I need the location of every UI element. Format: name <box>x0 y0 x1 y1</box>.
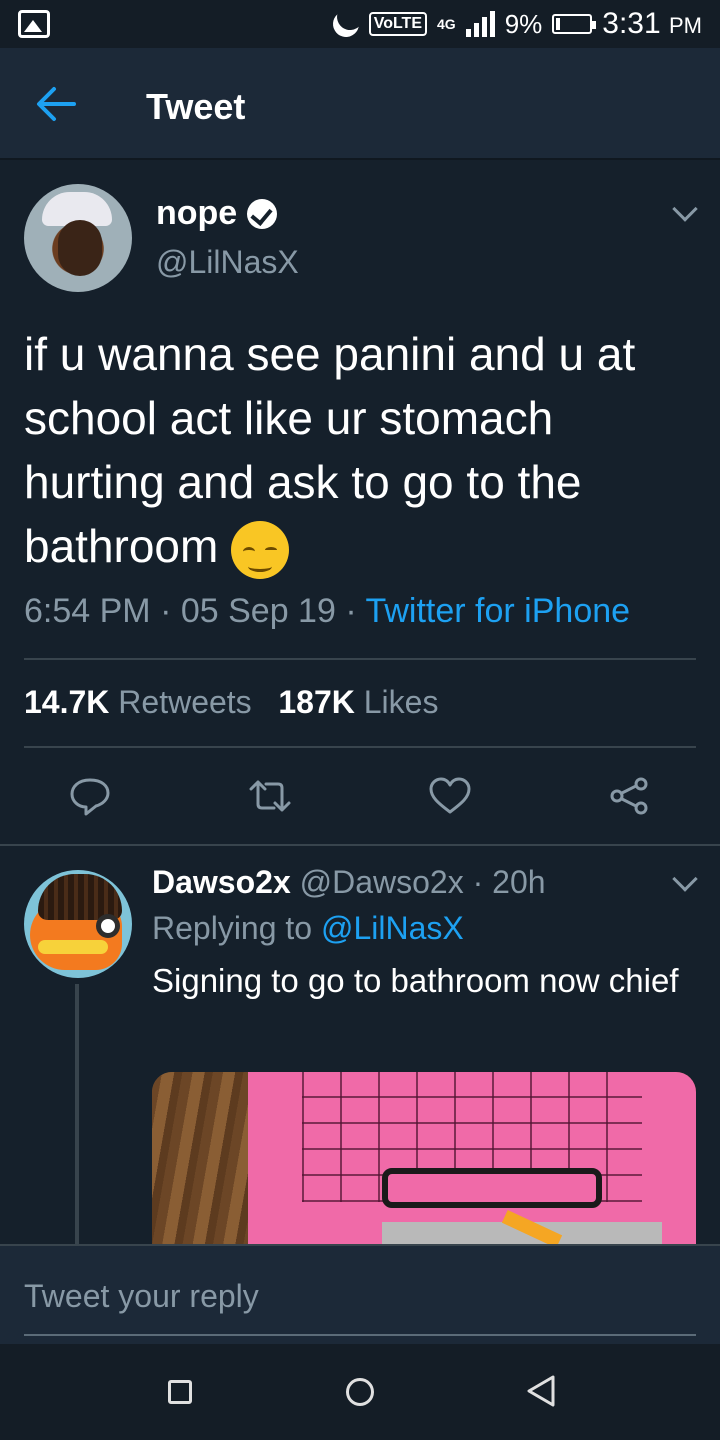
likes-stat[interactable]: 187K Likes <box>278 684 438 720</box>
verified-badge-icon <box>247 198 278 229</box>
retweet-icon[interactable] <box>248 776 292 816</box>
reply-icon[interactable] <box>68 776 112 816</box>
reply-composer[interactable]: Tweet your reply <box>0 1244 720 1344</box>
reply-menu-chevron-icon[interactable] <box>672 866 698 892</box>
reply-author-avatar[interactable] <box>24 870 132 978</box>
battery-icon <box>552 14 597 34</box>
home-circle-icon[interactable] <box>346 1378 374 1406</box>
gallery-notification-icon <box>18 10 50 38</box>
relieved-face-icon <box>231 520 290 579</box>
app-header: Tweet <box>0 48 720 160</box>
status-bar: VoLTE 4G 9% 3:31 PM <box>0 0 720 48</box>
tweet-date: 05 Sep 19 <box>180 592 336 630</box>
system-nav-bar <box>0 1344 720 1440</box>
do-not-disturb-icon <box>328 6 364 42</box>
page-title: Tweet <box>146 86 246 127</box>
like-heart-icon[interactable] <box>428 776 472 816</box>
reply-author-handle[interactable]: @Dawso2x <box>300 864 464 900</box>
network-type: 4G <box>437 16 456 32</box>
battery-percent: 9% <box>504 8 543 39</box>
reply-text: Signing to go to bathroom now chief <box>152 962 679 999</box>
author-name[interactable]: nope <box>156 194 278 233</box>
status-right: VoLTE 4G 9% 3:31 PM <box>333 7 702 41</box>
author-handle[interactable]: @LilNasX <box>156 244 299 281</box>
reply-media-image[interactable] <box>152 1072 696 1244</box>
tweet-stats: 14.7K Retweets 187K Likes <box>24 684 438 721</box>
tweet-menu-chevron-icon[interactable] <box>672 196 698 222</box>
replying-to: Replying to @LilNasX <box>152 910 464 946</box>
retweets-stat[interactable]: 14.7K Retweets <box>24 684 252 720</box>
share-icon[interactable] <box>608 776 652 816</box>
clock: 3:31 PM <box>602 7 702 40</box>
tweet-time: 6:54 PM <box>24 592 151 630</box>
thread-line <box>75 984 79 1244</box>
author-display-name: nope <box>156 194 238 232</box>
replying-to-mention[interactable]: @LilNasX <box>321 910 464 946</box>
divider <box>24 658 696 660</box>
reply-author-name[interactable]: Dawso2x <box>152 864 291 900</box>
recents-square-icon[interactable] <box>168 1380 192 1404</box>
reply-header: Dawso2x @Dawso2x · 20h <box>152 864 546 900</box>
section-divider <box>0 844 720 846</box>
back-triangle-icon[interactable] <box>526 1374 556 1408</box>
reply-age: 20h <box>492 864 546 900</box>
tweet-source-link[interactable]: Twitter for iPhone <box>365 592 630 630</box>
signal-icon <box>465 11 495 37</box>
reply-input-underline <box>24 1334 696 1336</box>
tweet-text: if u wanna see panini and u at school ac… <box>24 322 700 579</box>
back-arrow-icon[interactable] <box>36 86 76 122</box>
divider <box>24 746 696 748</box>
tweet-meta: 6:54 PM · 05 Sep 19 · Twitter for iPhone <box>24 592 631 630</box>
volte-label: VoLTE <box>368 12 427 36</box>
author-avatar[interactable] <box>24 184 132 292</box>
reply-input-placeholder[interactable]: Tweet your reply <box>24 1278 259 1315</box>
